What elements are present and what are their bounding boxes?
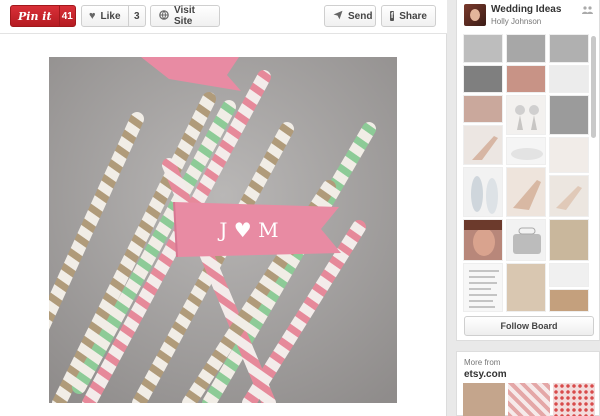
- like-label-wrap: ♥ Like: [82, 6, 129, 26]
- more-thumbnail[interactable]: [508, 383, 550, 416]
- visit-site-button[interactable]: Visit Site: [150, 5, 220, 27]
- flat-shoes-thumb: [511, 148, 543, 160]
- board-thumbnail[interactable]: [549, 34, 589, 63]
- facebook-icon: f: [390, 11, 395, 21]
- board-card: Wedding Ideas Holly Johnson Follow Board: [456, 0, 600, 341]
- send-icon: [333, 10, 343, 23]
- more-thumbnail[interactable]: [553, 383, 595, 416]
- board-thumbnail[interactable]: [463, 167, 503, 217]
- clutch-thumb: [513, 227, 541, 254]
- more-thumbnail[interactable]: [463, 383, 505, 416]
- more-from-source[interactable]: etsy.com: [464, 369, 507, 380]
- board-thumbnail[interactable]: [463, 263, 503, 312]
- board-thumbnail[interactable]: [463, 34, 503, 63]
- board-header[interactable]: Wedding Ideas Holly Johnson: [457, 0, 600, 32]
- board-thumbnail[interactable]: [506, 137, 546, 165]
- avatar[interactable]: [464, 4, 486, 26]
- board-title[interactable]: Wedding Ideas: [491, 4, 561, 15]
- board-thumbnail[interactable]: [506, 34, 546, 63]
- follow-board-button[interactable]: Follow Board: [464, 316, 594, 336]
- like-label: Like: [100, 10, 121, 22]
- pin-image[interactable]: J ♥ M: [49, 57, 397, 403]
- sandals-thumb: [471, 176, 498, 214]
- board-owner[interactable]: Holly Johnson: [491, 17, 541, 26]
- globe-icon: [159, 9, 169, 23]
- pin-it-button[interactable]: Pin it 41: [10, 5, 76, 27]
- board-thumbnail[interactable]: [463, 125, 503, 165]
- portrait-thumb: [464, 220, 502, 256]
- board-thumbnail[interactable]: [549, 289, 589, 312]
- pin-count: 41: [61, 10, 73, 22]
- board-thumbnail[interactable]: [549, 137, 589, 173]
- earrings-thumb: [515, 105, 539, 130]
- shoe-thumb: [556, 186, 582, 210]
- send-button[interactable]: Send: [324, 5, 376, 27]
- group-icon: [582, 6, 593, 16]
- more-from-label: More from: [464, 358, 501, 367]
- pin-it-label: Pin it: [11, 6, 60, 26]
- board-thumbnail[interactable]: [506, 65, 546, 93]
- like-count: 3: [133, 10, 140, 22]
- board-thumbnail[interactable]: [549, 263, 589, 287]
- board-thumbnail[interactable]: [506, 219, 546, 261]
- shoe-thumb: [472, 136, 498, 160]
- more-from-card: More from etsy.com: [456, 351, 600, 416]
- send-label: Send: [348, 10, 373, 22]
- pin-main-panel: Pin it 41 ♥ Like 3 Visit Site Send f Sha…: [0, 0, 447, 416]
- striped-straws-photo: J ♥ M: [49, 57, 397, 403]
- flag-monogram: J ♥ M: [217, 218, 278, 242]
- board-thumbnail[interactable]: [506, 263, 546, 312]
- board-thumbnail[interactable]: [506, 167, 546, 217]
- board-thumbnail[interactable]: [549, 175, 589, 217]
- board-thumbnail[interactable]: [463, 65, 503, 93]
- board-thumbnail[interactable]: [549, 219, 589, 261]
- like-button[interactable]: ♥ Like 3: [81, 5, 146, 27]
- board-thumbnail[interactable]: [463, 95, 503, 123]
- heels-thumb: [513, 180, 541, 210]
- share-button[interactable]: f Share: [381, 5, 436, 27]
- pin-toolbar: Pin it 41 ♥ Like 3 Visit Site Send f Sha…: [0, 0, 447, 34]
- visit-site-label: Visit Site: [174, 5, 195, 27]
- share-label: Share: [399, 10, 427, 22]
- board-thumbnail[interactable]: [506, 95, 546, 135]
- board-thumbnail[interactable]: [549, 95, 589, 135]
- board-scrollbar[interactable]: [591, 36, 596, 138]
- checklist-thumb: [469, 270, 499, 308]
- board-thumbnail[interactable]: [549, 65, 589, 93]
- heart-icon: ♥: [89, 10, 96, 22]
- board-thumbnail[interactable]: [463, 219, 503, 261]
- board-pin-grid: [463, 34, 589, 312]
